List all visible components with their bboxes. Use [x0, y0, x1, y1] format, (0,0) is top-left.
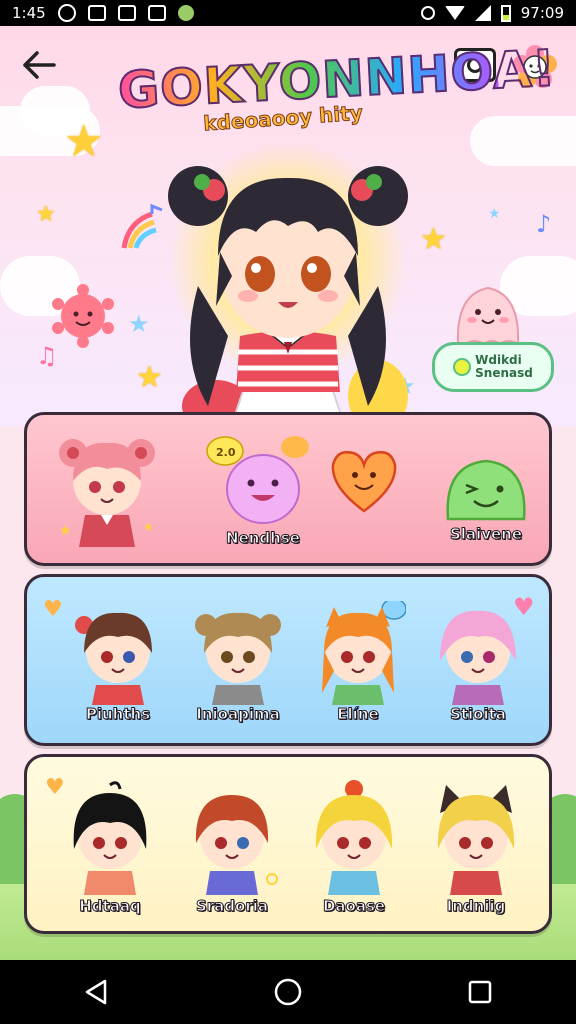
star-icon: ★ — [420, 222, 447, 257]
wifi-icon — [444, 6, 465, 20]
character-avatar — [73, 781, 147, 895]
character-panel-3: ♥ Hdtaaq Sradoria Daoase Indniig — [24, 754, 552, 934]
star-icon: ★ — [36, 202, 56, 227]
character-label: Hdtaaq — [79, 897, 141, 916]
navigation-bar — [0, 960, 576, 1024]
character-avatar — [195, 795, 278, 895]
status-clock: 97:09 — [520, 4, 564, 22]
notification-icon — [57, 4, 76, 22]
promo-bubble[interactable]: Wdikdi Snenasd — [432, 342, 554, 392]
character-label: Inioapima — [196, 705, 280, 724]
status-time: 1:45 — [12, 4, 46, 22]
character-label: Piuhths — [85, 705, 151, 724]
star-icon: ★ — [136, 360, 163, 395]
character-label: Elíne — [337, 705, 379, 724]
pet-label-2: Nendhse — [226, 529, 301, 548]
character-slot[interactable]: Piuhths — [63, 601, 173, 724]
arrow-left-icon — [23, 51, 56, 79]
character-avatar — [440, 610, 516, 705]
pet-slime-icon — [446, 459, 526, 521]
character-avatar — [437, 785, 515, 895]
back-triangle-icon — [85, 979, 107, 1005]
main-character-avatar[interactable] — [168, 156, 408, 426]
signal-icon — [474, 5, 491, 21]
heart-icon: ♥ — [43, 597, 63, 622]
character-label: Stioita — [450, 705, 507, 724]
app-icon — [147, 5, 166, 21]
camera-small-icon — [117, 5, 136, 21]
status-bar: 1:45 97:09 — [0, 0, 576, 26]
star-icon: ★ — [64, 116, 104, 167]
character-slot[interactable]: Sradoria — [177, 779, 287, 916]
character-slot[interactable]: Stioita — [423, 601, 533, 724]
pet-blob-icon: 2.0 — [206, 436, 309, 524]
pet-slot-4[interactable]: Slaivene — [431, 449, 541, 544]
game-icon — [177, 5, 194, 21]
photo-icon — [87, 5, 106, 21]
battery-icon — [500, 4, 511, 22]
character-avatar — [75, 612, 152, 705]
character-label: Sradoria — [195, 897, 269, 916]
sun-creature-icon — [52, 284, 114, 348]
nav-home-button[interactable] — [268, 972, 308, 1012]
rainbow-note-icon — [121, 204, 163, 249]
pet-badge-number: 2.0 — [216, 446, 236, 459]
character-label: Daoase — [322, 897, 386, 916]
pet-slot-2[interactable]: 2.0 Nendhse — [203, 433, 323, 548]
recents-square-icon — [468, 980, 492, 1004]
pet-label-4: Slaivene — [449, 525, 522, 544]
character-panel-2: ♥ ♥ Piuhths Inioapima Elíne Stioita — [24, 574, 552, 746]
pet-character-1[interactable]: ★ ★ — [55, 431, 159, 553]
character-avatar — [322, 601, 406, 705]
pet-heart-icon[interactable] — [327, 445, 401, 515]
nav-recents-button[interactable] — [460, 972, 500, 1012]
pet-panel: ★ ★ 2.0 Nendhse Slaivene — [24, 412, 552, 566]
character-avatar — [315, 780, 393, 895]
back-button[interactable] — [20, 46, 58, 84]
location-icon — [420, 6, 435, 20]
star-icon: ★ — [128, 310, 150, 338]
coin-icon — [453, 358, 472, 376]
ghost-creature-icon — [456, 286, 520, 346]
character-label: Indniig — [446, 897, 506, 916]
promo-line-2: Snenasd — [475, 366, 533, 380]
svg-text:★: ★ — [143, 520, 154, 534]
character-slot[interactable]: Indniig — [421, 779, 531, 916]
home-circle-icon — [274, 978, 302, 1006]
hero-banner: GOKYONNHOA! kdeoaooy hity ★ ★ ★ ★ ★ ★ ★ … — [0, 26, 576, 426]
character-slot[interactable]: Inioapima — [183, 601, 293, 724]
character-slot[interactable]: Hdtaaq — [55, 779, 165, 916]
character-avatar — [195, 612, 281, 705]
cloud — [470, 116, 576, 166]
star-icon: ★ — [488, 206, 501, 222]
svg-text:★: ★ — [59, 523, 72, 539]
music-note-icon: ♪ — [536, 210, 552, 238]
nav-back-button[interactable] — [76, 972, 116, 1012]
character-slot[interactable]: Elíne — [303, 601, 413, 724]
character-slot[interactable]: Daoase — [299, 779, 409, 916]
